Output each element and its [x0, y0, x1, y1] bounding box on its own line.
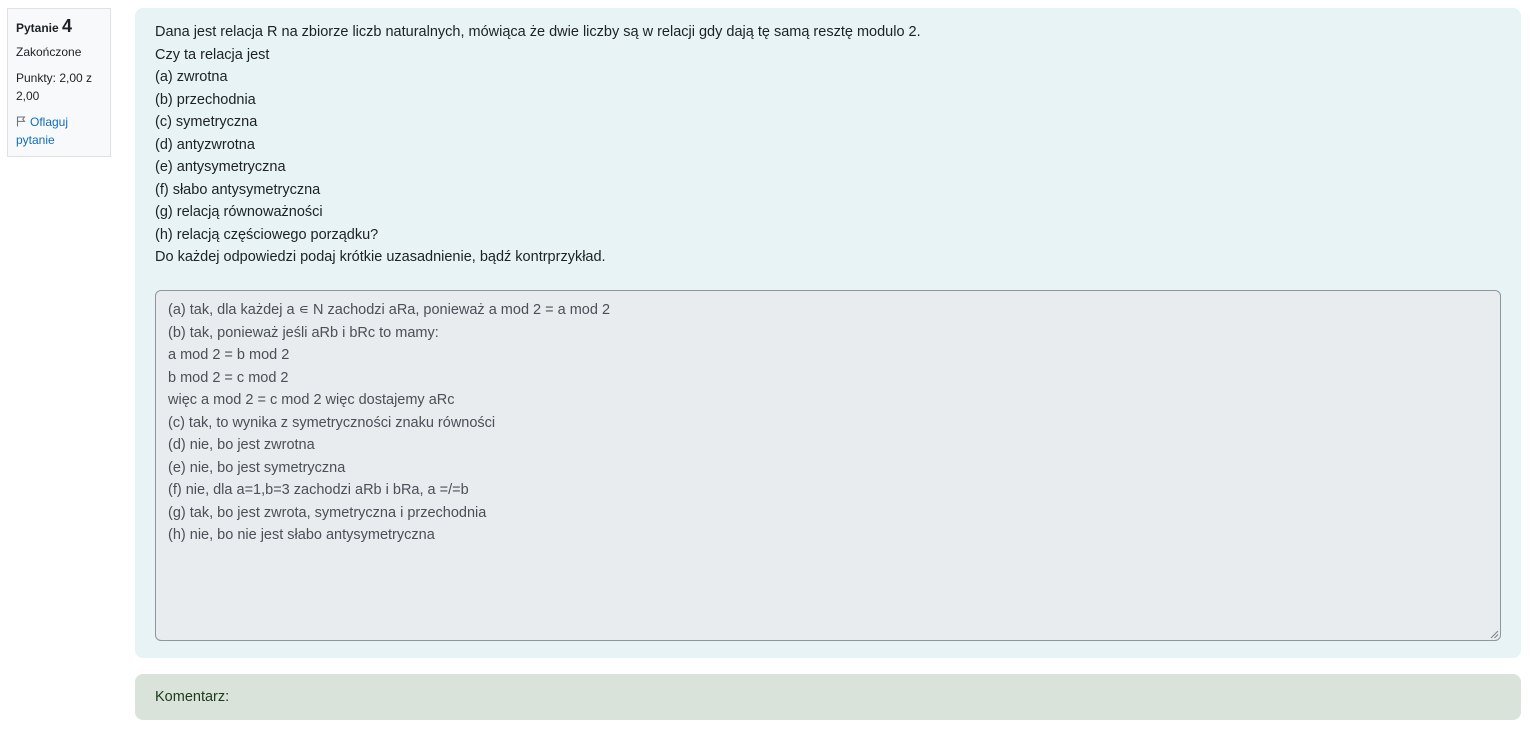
answer-line: (f) nie, dla a=1,b=3 zachodzi aRb i bRa,… — [168, 482, 469, 498]
answer-line: a mod 2 = b mod 2 — [168, 347, 290, 363]
question-line: (h) relacją częściowego porządku? — [155, 226, 379, 243]
question-number-value: 4 — [62, 16, 73, 36]
answer-line: (a) tak, dla każdej a ∊ N zachodzi aRa, … — [168, 302, 611, 318]
question-line: (d) antyzwrotna — [155, 136, 255, 153]
question-number: Pytanie 4 — [16, 16, 102, 38]
question-line: Dana jest relacja R na zbiorze liczb nat… — [155, 24, 921, 40]
question-line: (e) antysymetryczna — [155, 159, 286, 175]
answer-line: b mod 2 = c mod 2 — [168, 369, 289, 386]
question-label: Pytanie — [16, 21, 59, 35]
answer-line: (d) nie, bo jest zwrotna — [168, 437, 315, 453]
question-info-panel: Pytanie 4 Zakończone Punkty: 2,00 z 2,00… — [7, 8, 111, 157]
answer-line: (e) nie, bo jest symetryczna — [168, 459, 346, 476]
answer-line: (g) tak, bo jest zwrota, symetryczna i p… — [168, 504, 487, 521]
comment-panel: Komentarz: — [135, 674, 1521, 720]
question-text: Dana jest relacja R na zbiorze liczb nat… — [155, 21, 1501, 269]
answer-textarea[interactable]: (a) tak, dla każdej a ∊ N zachodzi aRa, … — [155, 290, 1501, 641]
flag-icon — [16, 116, 26, 127]
question-line: (g) relacją równoważności — [155, 204, 323, 220]
question-line: Do każdej odpowiedzi podaj krótkie uzasa… — [155, 249, 606, 265]
question-state: Zakończone — [16, 45, 82, 59]
comment-label: Komentarz: — [155, 689, 230, 705]
question-line: (c) symetryczna — [155, 114, 258, 130]
resize-handle-icon[interactable] — [1489, 629, 1499, 639]
flag-question-link[interactable]: Oflaguj pytanie — [16, 113, 102, 149]
answer-line: (h) nie, bo nie jest słabo antysymetrycz… — [168, 527, 435, 543]
question-line: (a) zwrotna — [155, 69, 228, 85]
answer-line: (b) tak, ponieważ jeśli aRb i bRc to mam… — [168, 324, 439, 341]
question-grade: Punkty: 2,00 z 2,00 — [16, 71, 93, 103]
question-line: Czy ta relacja jest — [155, 46, 270, 63]
answer-line: więc a mod 2 = c mod 2 więc dostajemy aR… — [168, 392, 455, 408]
question-line: (f) słabo antysymetryczna — [155, 181, 321, 198]
quiz-review-page: Pytanie 4 Zakończone Punkty: 2,00 z 2,00… — [0, 0, 1532, 729]
question-line: (b) przechodnia — [155, 91, 256, 108]
answer-line: (c) tak, to wynika z symetryczności znak… — [168, 414, 496, 431]
question-formulation: Dana jest relacja R na zbiorze liczb nat… — [135, 8, 1521, 658]
